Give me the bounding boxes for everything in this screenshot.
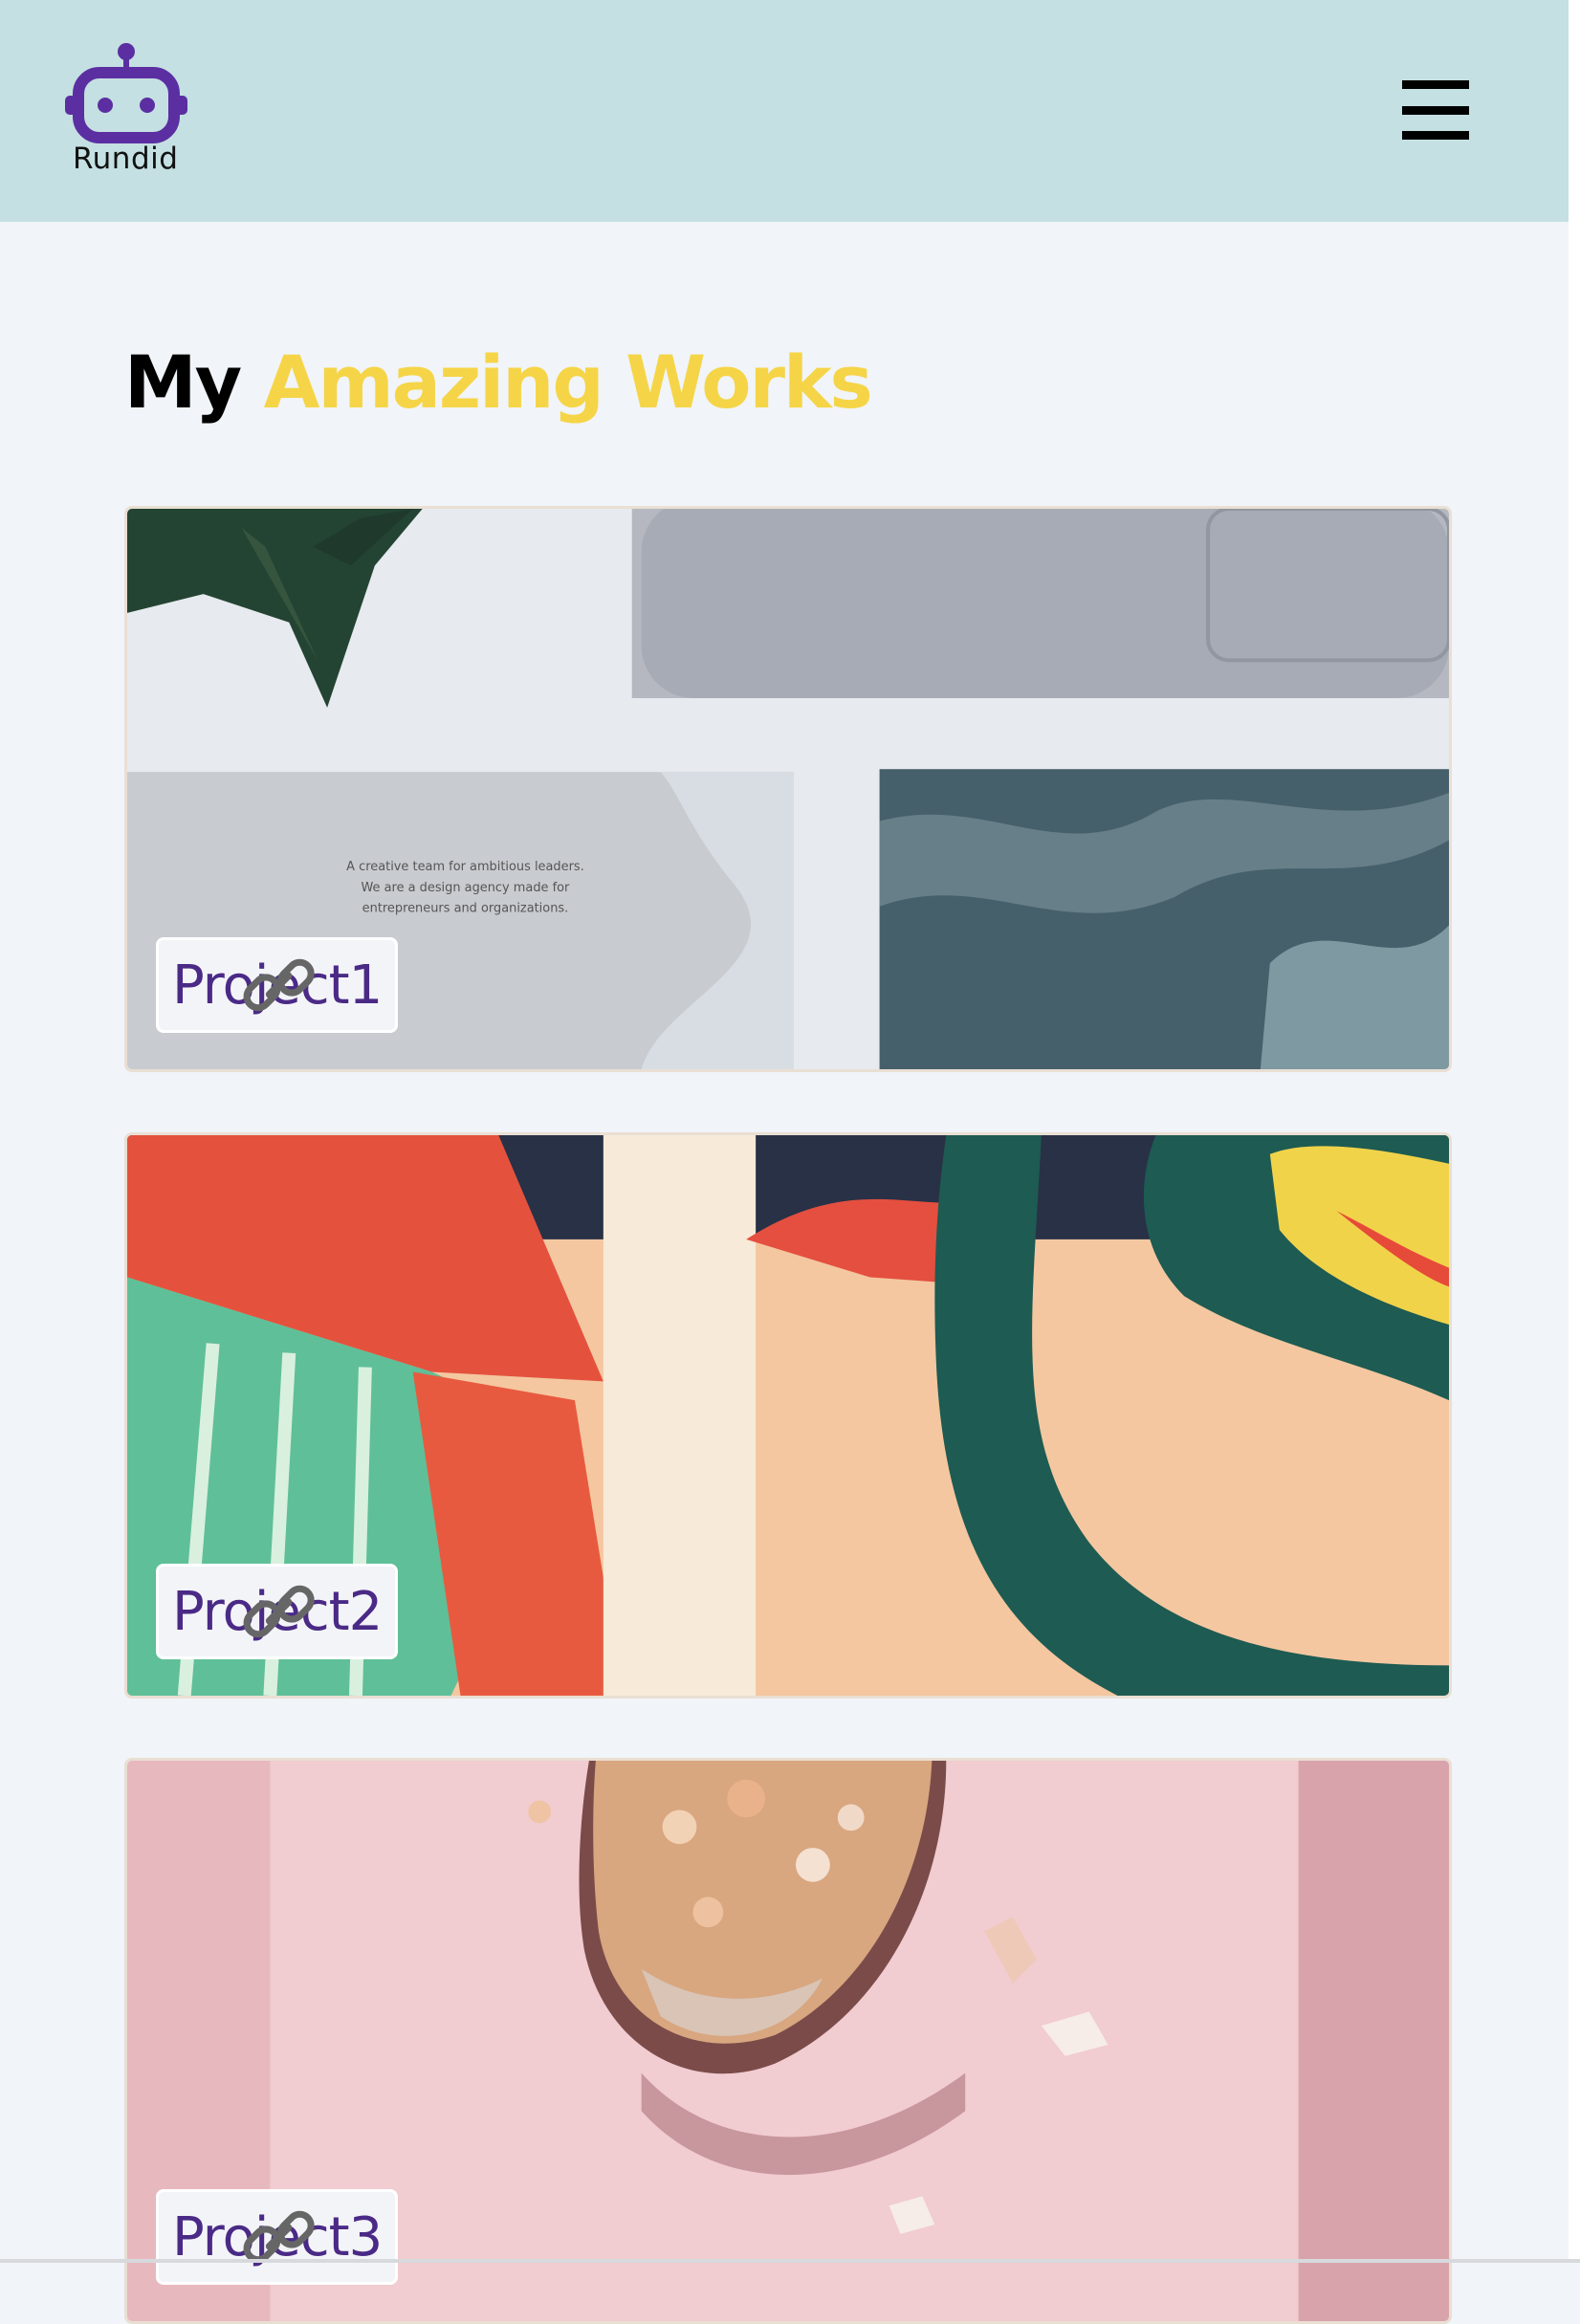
link-icon: [243, 958, 315, 1012]
project-2-link[interactable]: Project2: [156, 1564, 399, 1659]
page-edge: [1569, 0, 1580, 2263]
project-1-link[interactable]: Project1: [156, 937, 399, 1033]
robot-icon: [65, 43, 187, 143]
hamburger-menu-icon[interactable]: [1402, 80, 1469, 140]
menu-bar-middle: [1402, 106, 1469, 115]
site-header: Rundid: [0, 0, 1569, 222]
image-caption-line-2: We are a design agency made for: [362, 881, 571, 895]
link-icon: [243, 2210, 315, 2264]
page-title: My Amazing Works: [124, 346, 873, 419]
project-card-1[interactable]: A creative team for ambitious leaders. W…: [124, 506, 1452, 1072]
brand-logo[interactable]: Rundid: [65, 40, 187, 184]
image-caption-line-1: A creative team for ambitious leaders.: [346, 860, 584, 874]
brand-name: Rundid: [73, 142, 179, 176]
title-lead: My: [124, 340, 242, 425]
menu-bar-top: [1402, 80, 1469, 89]
image-caption-line-3: entrepreneurs and organizations.: [362, 902, 569, 916]
menu-bar-bottom: [1402, 131, 1469, 140]
project-3-link[interactable]: Project3: [156, 2189, 399, 2285]
project-card-3[interactable]: Project3: [124, 1758, 1452, 2324]
project-card-2[interactable]: Project2: [124, 1132, 1452, 1699]
bottom-divider: [0, 2259, 1580, 2263]
link-icon: [243, 1585, 315, 1638]
title-accent: Amazing Works: [263, 340, 873, 425]
